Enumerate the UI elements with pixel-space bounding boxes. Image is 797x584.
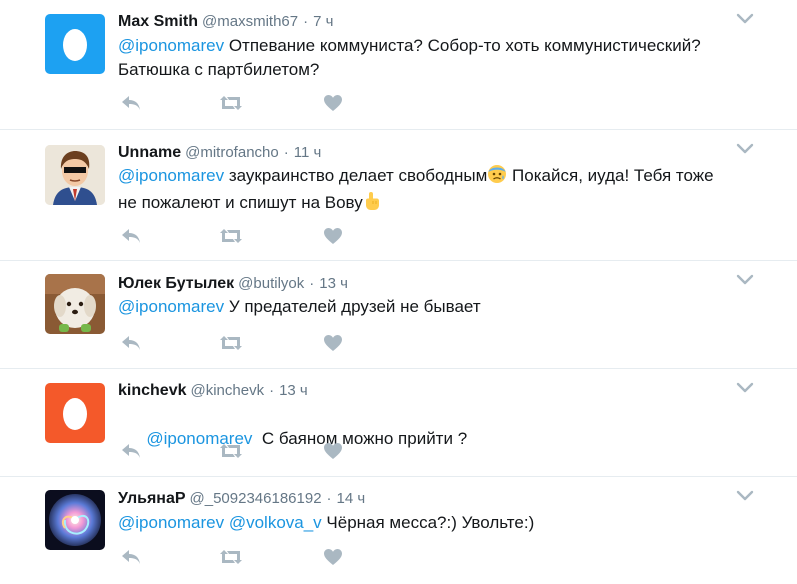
- tweet-text: @iponomarev У предателей друзей не бывае…: [118, 295, 758, 319]
- tweet-text-line: Батюшка с партбилетом?: [118, 60, 320, 79]
- retweet-icon[interactable]: [218, 441, 244, 461]
- tweet-text: @iponomarev Отпевание коммуниста? Собор-…: [118, 34, 758, 82]
- tweet-text-line: Отпевание коммуниста? Собор-то хоть комм…: [224, 36, 701, 55]
- tweet-text-line: заукраинство делает свободным: [224, 166, 488, 185]
- retweet-icon[interactable]: [218, 226, 244, 246]
- tweet-item[interactable]: Unname @mitrofancho · 11 ч @iponomarev заук…: [0, 130, 797, 261]
- retweet-icon[interactable]: [218, 93, 244, 113]
- tweet-text-line: Покайся, иуда! Тебя тоже: [507, 166, 714, 185]
- chevron-down-icon[interactable]: [736, 273, 754, 287]
- swirl-avatar[interactable]: [45, 490, 105, 550]
- separator-dot: ·: [326, 490, 332, 507]
- retweet-icon[interactable]: [218, 333, 244, 353]
- tweet-text-line: не пожалеют и спишут на Вову: [118, 193, 363, 212]
- tweet-text-line: Чёрная месса?:) Увольте:): [321, 513, 535, 532]
- reply-icon[interactable]: [118, 93, 144, 113]
- tweet-header: Unname @mitrofancho · 11 ч: [118, 143, 321, 163]
- user-name[interactable]: kinchevk: [118, 382, 186, 399]
- chevron-down-icon[interactable]: [736, 12, 754, 26]
- user-name[interactable]: Юлек Бутылек: [118, 275, 234, 292]
- cartoon-boy-avatar[interactable]: [45, 145, 105, 205]
- separator-dot: ·: [283, 144, 289, 161]
- tweet-text-line: С баяном можно прийти ?: [252, 429, 468, 448]
- user-handle[interactable]: @mitrofancho: [185, 144, 279, 161]
- tweet-text: @iponomarev @volkova_v Чёрная месса?:) У…: [118, 511, 758, 535]
- heart-icon[interactable]: [320, 441, 346, 461]
- timestamp[interactable]: 13 ч: [279, 382, 308, 399]
- timestamp[interactable]: 13 ч: [319, 275, 348, 292]
- separator-dot: ·: [309, 275, 315, 292]
- dog-photo-avatar[interactable]: [45, 274, 105, 334]
- anxious-face-emoji: [487, 164, 507, 191]
- reply-icon[interactable]: [118, 547, 144, 567]
- tweet-header: УльянаР @_5092346186192 · 14 ч: [118, 489, 365, 509]
- reply-icon[interactable]: [118, 333, 144, 353]
- mention-link[interactable]: @iponomarev: [118, 36, 224, 55]
- tweet-item[interactable]: Юлек Бутылек @butilyok · 13 ч @iponomarev У…: [0, 261, 797, 369]
- user-name[interactable]: Unname: [118, 144, 181, 161]
- timestamp[interactable]: 11 ч: [294, 144, 322, 161]
- user-handle[interactable]: @_5092346186192: [190, 490, 322, 507]
- tweet-text-line: У предателей друзей не бывает: [224, 297, 481, 316]
- heart-icon[interactable]: [320, 226, 346, 246]
- chevron-down-icon[interactable]: [736, 381, 754, 395]
- tweet-text: @iponomarev С баяном можно прийти ?: [118, 403, 758, 475]
- chevron-down-icon[interactable]: [736, 489, 754, 503]
- user-name[interactable]: Max Smith: [118, 13, 198, 30]
- reply-icon[interactable]: [118, 441, 144, 461]
- timestamp[interactable]: 7 ч: [313, 13, 333, 30]
- tweet-feed: Max Smith @maxsmith67 · 7 ч @iponomarev Отп…: [0, 0, 797, 584]
- egg-avatar-orange[interactable]: [45, 383, 105, 443]
- tweet-header: kinchevk @kinchevk · 13 ч: [118, 381, 308, 401]
- reply-icon[interactable]: [118, 226, 144, 246]
- heart-icon[interactable]: [320, 547, 346, 567]
- tweet-item[interactable]: kinchevk @kinchevk · 13 ч @iponomarev С бая…: [0, 369, 797, 477]
- user-handle[interactable]: @butilyok: [238, 275, 304, 292]
- user-name[interactable]: УльянаР: [118, 490, 186, 507]
- egg-avatar-blue[interactable]: [45, 14, 105, 74]
- tweet-text: @iponomarev заукраинство делает свободны…: [118, 164, 758, 218]
- tweet-item[interactable]: УльянаР @_5092346186192 · 14 ч @iponomarev …: [0, 477, 797, 584]
- mention-link[interactable]: @iponomarev: [118, 166, 224, 185]
- user-handle[interactable]: @maxsmith67: [202, 13, 298, 30]
- tweet-header: Юлек Бутылек @butilyok · 13 ч: [118, 274, 348, 294]
- user-handle[interactable]: @kinchevk: [190, 382, 264, 399]
- separator-dot: ·: [303, 13, 309, 30]
- retweet-icon[interactable]: [218, 547, 244, 567]
- timestamp[interactable]: 14 ч: [337, 490, 366, 507]
- heart-icon[interactable]: [320, 333, 346, 353]
- heart-icon[interactable]: [320, 93, 346, 113]
- mention-link[interactable]: @volkova_v: [229, 513, 322, 532]
- tweet-item[interactable]: Max Smith @maxsmith67 · 7 ч @iponomarev Отп…: [0, 0, 797, 130]
- chevron-down-icon[interactable]: [736, 142, 754, 156]
- mention-link[interactable]: @iponomarev: [118, 297, 224, 316]
- separator-dot: ·: [269, 382, 275, 399]
- tweet-header: Max Smith @maxsmith67 · 7 ч: [118, 12, 333, 32]
- pointing-up-emoji: [363, 191, 381, 218]
- mention-link[interactable]: @iponomarev: [118, 513, 224, 532]
